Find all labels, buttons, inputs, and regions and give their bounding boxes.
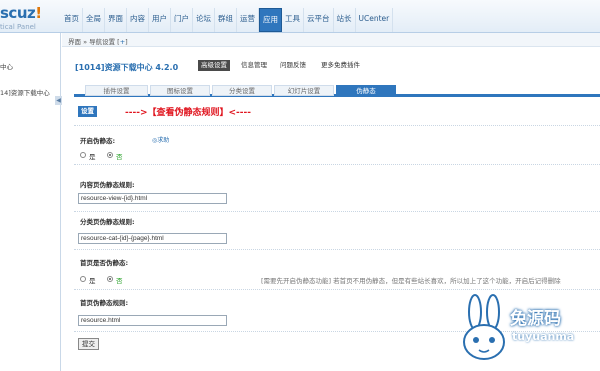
- nav-item-7[interactable]: 群组: [215, 8, 237, 32]
- top-bar: scuz! tical Panel 首页 全局 界面 内容 用户 门户 论坛 群组 运营 应用 工具…: [0, 0, 600, 33]
- tab-icon-settings[interactable]: 图标设置: [150, 85, 210, 96]
- enable-rewrite-no-radio[interactable]: [107, 152, 113, 158]
- plugin-title: [1014]资源下载中心 4.2.0: [75, 63, 179, 72]
- nav-item-5[interactable]: 门户: [171, 8, 193, 32]
- submit-button[interactable]: 提交: [78, 338, 99, 350]
- home-rule-input[interactable]: [78, 315, 227, 326]
- enable-rewrite-label: 开启伪静态:: [80, 137, 116, 145]
- view-rewrite-rules-link[interactable]: ---->【查看伪静态规则】<----: [125, 105, 251, 118]
- settings-badge: 设置: [78, 106, 97, 117]
- nav-item-0[interactable]: 首页: [61, 8, 83, 32]
- help-link[interactable]: ◎求助: [152, 135, 169, 144]
- link-info-management[interactable]: 信息管理: [238, 60, 270, 71]
- enable-rewrite-yes-radio[interactable]: [80, 152, 86, 158]
- tab-bar: 插件设置 图标设置 分类设置 幻灯片设置 伪静态: [74, 85, 600, 97]
- nav-item-9[interactable]: 应用: [259, 8, 282, 32]
- discuz-logo: scuz! tical Panel: [0, 4, 42, 31]
- home-rewrite-yes-radio[interactable]: [80, 276, 86, 282]
- category-rule-input[interactable]: [78, 233, 227, 244]
- tab-rewrite[interactable]: 伪静态: [336, 85, 396, 96]
- app-window: scuz! tical Panel 首页 全局 界面 内容 用户 门户 论坛 群组 运营 应用 工具…: [0, 0, 600, 371]
- nav-item-1[interactable]: 全局: [83, 8, 105, 32]
- tuyuanma-watermark: 兔源码 tuyuanma: [460, 292, 600, 371]
- link-feedback[interactable]: 问题反馈: [277, 60, 309, 71]
- nav-item-13[interactable]: UCenter: [356, 8, 394, 32]
- home-rewrite-label: 首页是否伪静态:: [80, 259, 129, 267]
- nav-item-3[interactable]: 内容: [127, 8, 149, 32]
- nav-item-10[interactable]: 工具: [282, 8, 304, 32]
- sidebar-item-resource-center[interactable]: 14]资源下载中心: [0, 87, 50, 97]
- nav-item-2[interactable]: 界面: [105, 8, 127, 32]
- content-rule-label: 内容页伪静态规则:: [80, 181, 135, 189]
- nav-item-8[interactable]: 运营: [237, 8, 259, 32]
- home-rewrite-no-radio[interactable]: [107, 276, 113, 282]
- nav-item-12[interactable]: 站长: [334, 8, 356, 32]
- collapse-arrow-icon[interactable]: ◀: [55, 96, 62, 105]
- link-advanced-settings[interactable]: 高级设置: [198, 60, 230, 71]
- tab-slide-settings[interactable]: 幻灯片设置: [274, 85, 334, 96]
- home-rule-label: 首页伪静态规则:: [80, 299, 129, 307]
- nav-item-11[interactable]: 云平台: [304, 8, 334, 32]
- category-rule-label: 分类页伪静态规则:: [80, 218, 135, 226]
- sidebar: 中心 14]资源下载中心 ◀: [0, 33, 62, 371]
- nav-item-4[interactable]: 用户: [149, 8, 171, 32]
- content-rule-input[interactable]: [78, 193, 227, 204]
- nav-item-6[interactable]: 论坛: [193, 8, 215, 32]
- home-rewrite-tip: [需要先开启伪静态功能] 若首页不用伪静态，但是有些站长喜欢，所以加上了这个功能…: [261, 277, 561, 285]
- rabbit-logo-icon: [463, 294, 505, 360]
- tab-category-settings[interactable]: 分类设置: [212, 85, 272, 96]
- divider: [74, 125, 600, 126]
- main-nav: 首页 全局 界面 内容 用户 门户 论坛 群组 运营 应用 工具 云平台 站长 UCenter: [61, 8, 394, 32]
- tab-plugin-settings[interactable]: 插件设置: [85, 85, 148, 96]
- sidebar-item-center[interactable]: 中心: [0, 61, 13, 71]
- breadcrumb: 界面 » 导航设置 [+]: [62, 33, 600, 47]
- link-more-plugins[interactable]: 更多免费插件: [318, 60, 363, 71]
